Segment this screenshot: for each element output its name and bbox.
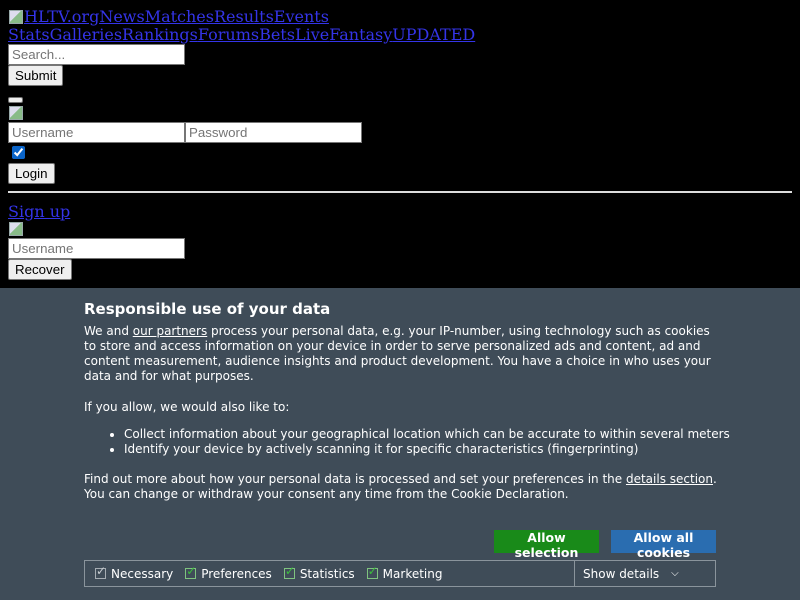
cookie-preferences-bar: Necessary Preferences Statistics Marketi…: [84, 560, 716, 587]
nav-rankings[interactable]: Rankings: [122, 25, 198, 44]
details-section-link[interactable]: details section: [626, 472, 713, 486]
necessary-checkbox: [95, 564, 106, 579]
pref-preferences[interactable]: Preferences: [185, 564, 272, 581]
nav-live[interactable]: Live: [295, 25, 329, 44]
marketing-checkbox[interactable]: [366, 564, 378, 579]
cookie-purposes-list: Collect information about your geographi…: [84, 427, 744, 457]
pref-marketing-label: Marketing: [382, 566, 443, 581]
remember-me-checkbox[interactable]: [12, 146, 25, 159]
pref-necessary-label: Necessary: [111, 566, 174, 581]
nav-matches[interactable]: Matches: [145, 7, 214, 26]
recover-image: [8, 220, 24, 236]
login-button[interactable]: Login: [8, 163, 55, 184]
our-partners-link[interactable]: our partners: [133, 324, 207, 338]
recover-username-input[interactable]: [8, 238, 185, 259]
statistics-checkbox[interactable]: [283, 564, 295, 579]
allow-all-cookies-button[interactable]: Allow all cookies: [611, 530, 716, 560]
cookie-details-a: Find out more about how your personal da…: [84, 472, 626, 486]
pref-preferences-label: Preferences: [201, 566, 272, 581]
cookie-intro-a: We and: [84, 324, 133, 338]
nav-fantasy[interactable]: Fantasy: [329, 25, 392, 44]
nav-bets[interactable]: Bets: [259, 25, 295, 44]
nav-events[interactable]: Events: [274, 7, 329, 26]
site-nav: HLTV.orgNewsMatchesResultsEvents StatsGa…: [8, 8, 475, 44]
nav-results[interactable]: Results: [214, 7, 274, 26]
pref-statistics[interactable]: Statistics: [283, 564, 355, 581]
nav-logo-link[interactable]: HLTV.org: [24, 7, 99, 26]
allow-selection-button[interactable]: Allow selection: [494, 530, 599, 560]
cookie-consent-dialog: Responsible use of your data We and our …: [0, 288, 800, 600]
cookie-allow-intro: If you allow, we would also like to:: [84, 400, 290, 414]
cookie-intro: We and our partners process your persona…: [84, 324, 724, 384]
login-username-input[interactable]: [8, 122, 185, 143]
show-details-button[interactable]: Show details ⌵: [574, 561, 716, 586]
nav-row-1: HLTV.orgNewsMatchesResultsEvents: [8, 8, 475, 26]
nav-row-2: StatsGalleriesRankingsForumsBetsLiveFant…: [8, 26, 475, 44]
signup-link[interactable]: Sign up: [8, 202, 70, 221]
search-input[interactable]: [8, 44, 185, 65]
pref-marketing[interactable]: Marketing: [366, 564, 443, 581]
login-password-input[interactable]: [185, 122, 362, 143]
nav-galleries[interactable]: Galleries: [50, 25, 122, 44]
nav-updated[interactable]: UPDATED: [392, 25, 475, 44]
cookie-title: Responsible use of your data: [84, 300, 331, 318]
nav-forums[interactable]: Forums: [198, 25, 259, 44]
nav-news[interactable]: News: [99, 7, 144, 26]
cookie-details-text: Find out more about how your personal da…: [84, 472, 724, 502]
search-submit-button[interactable]: Submit: [8, 65, 64, 86]
purpose-geolocation: Collect information about your geographi…: [124, 427, 744, 442]
pref-statistics-label: Statistics: [299, 566, 355, 581]
recover-button[interactable]: Recover: [8, 259, 72, 280]
nav-stats[interactable]: Stats: [8, 25, 50, 44]
purpose-fingerprinting: Identify your device by actively scannin…: [124, 442, 744, 457]
preferences-checkbox[interactable]: [185, 564, 196, 579]
chevron-down-icon: ⌵: [671, 568, 679, 579]
pref-necessary: Necessary: [95, 564, 174, 581]
hltv-logo-image: [8, 8, 24, 24]
login-image: [8, 104, 24, 120]
show-details-label: Show details: [583, 566, 660, 581]
divider: [8, 191, 792, 193]
toggle-button[interactable]: [8, 97, 23, 103]
